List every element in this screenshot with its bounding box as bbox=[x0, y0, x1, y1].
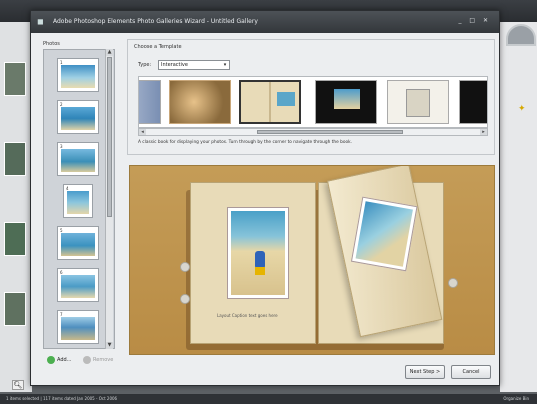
template-thumbnail[interactable] bbox=[387, 80, 449, 124]
template-description: A classic book for displaying your photo… bbox=[138, 140, 352, 145]
status-left-text: 1 items selected | 117 items dated Jan 2… bbox=[6, 396, 118, 401]
scroll-down-arrow-icon[interactable]: ▼ bbox=[106, 342, 113, 349]
template-thumbnail[interactable] bbox=[315, 80, 377, 124]
dialog-titlebar: ◼ Adobe Photoshop Elements Photo Galleri… bbox=[31, 11, 499, 33]
remove-label: Remove bbox=[93, 357, 114, 363]
surf-photo bbox=[355, 201, 413, 267]
child-shorts bbox=[255, 267, 265, 275]
book-caption: Layout Caption text goes here bbox=[217, 313, 278, 318]
photo-list-item[interactable]: 3 bbox=[57, 142, 99, 176]
book-left-page: Layout Caption text goes here bbox=[190, 182, 316, 344]
add-label: Add... bbox=[57, 357, 72, 363]
photo-thumbnail bbox=[67, 191, 89, 214]
photos-actions: Add... Remove bbox=[47, 355, 127, 367]
photos-scrollbar[interactable]: ▲ ▼ bbox=[105, 49, 113, 349]
dialog-title: Adobe Photoshop Elements Photo Galleries… bbox=[53, 18, 258, 25]
choose-template-group: Choose a Template Type: Interactive ▾ ◂ bbox=[127, 39, 495, 155]
photo-list-item[interactable]: 4 bbox=[63, 184, 93, 218]
organizer-photo-browser bbox=[0, 22, 32, 392]
add-icon bbox=[47, 355, 55, 364]
app-icon: ◼ bbox=[37, 17, 44, 26]
type-row: Type: Interactive ▾ bbox=[138, 60, 338, 70]
template-photo-icon bbox=[277, 92, 295, 106]
photo-thumbnail bbox=[61, 275, 95, 298]
chevron-down-icon[interactable]: ▾ bbox=[222, 62, 228, 68]
template-photo-icon bbox=[406, 89, 430, 117]
book-curl-photo bbox=[350, 196, 418, 272]
photo-thumbnail bbox=[61, 317, 95, 340]
background-thumbnail bbox=[4, 142, 26, 176]
organize-bin-toggle[interactable]: Organize Bin bbox=[503, 394, 529, 404]
photo-list-item[interactable]: 1 bbox=[57, 58, 99, 92]
photo-thumbnail bbox=[61, 149, 95, 172]
remove-icon bbox=[83, 355, 91, 364]
type-select-value: Interactive bbox=[161, 62, 188, 68]
template-thumbnail[interactable] bbox=[139, 80, 161, 124]
photos-panel: Photos 1 2 3 4 5 6 7 ▲ ▼ Add... Remove bbox=[35, 39, 123, 383]
organizer-right-panel: ✦ bbox=[500, 22, 537, 392]
book-peg bbox=[448, 278, 458, 288]
photo-thumbnail bbox=[61, 65, 95, 88]
photo-list-item[interactable]: 7 bbox=[57, 310, 99, 344]
photo-list-item[interactable]: 6 bbox=[57, 268, 99, 302]
background-thumbnail bbox=[4, 222, 26, 256]
magnifier-icon[interactable]: 🔍︎ bbox=[12, 380, 24, 390]
photo-list-item[interactable]: 5 bbox=[57, 226, 99, 260]
organizer-dome-icon bbox=[506, 24, 536, 46]
background-thumbnail bbox=[4, 292, 26, 326]
template-thumbnail[interactable] bbox=[169, 80, 231, 124]
template-photo-icon bbox=[334, 89, 360, 109]
type-label: Type: bbox=[138, 62, 152, 68]
scrollbar-thumb[interactable] bbox=[107, 57, 112, 217]
template-thumbnail-strip[interactable] bbox=[138, 76, 488, 128]
cancel-button[interactable]: Cancel bbox=[451, 365, 491, 379]
remove-photos-button[interactable]: Remove bbox=[83, 355, 113, 365]
template-preview: Layout Caption text goes here bbox=[129, 165, 495, 355]
template-thumbnail[interactable] bbox=[459, 80, 487, 124]
choose-template-label: Choose a Template bbox=[134, 44, 182, 50]
template-thumbnail-selected[interactable] bbox=[239, 80, 301, 124]
photo-galleries-wizard-dialog: ◼ Adobe Photoshop Elements Photo Galleri… bbox=[30, 10, 500, 386]
scroll-right-arrow-icon[interactable]: ▸ bbox=[480, 129, 487, 135]
next-step-button[interactable]: Next Step > bbox=[405, 365, 445, 379]
template-strip-scrollbar[interactable]: ◂ ▸ bbox=[138, 128, 488, 136]
beach-photo bbox=[231, 211, 285, 295]
scroll-left-arrow-icon[interactable]: ◂ bbox=[139, 129, 146, 135]
strip-scrollbar-thumb[interactable] bbox=[257, 130, 403, 134]
background-thumbnail bbox=[4, 62, 26, 96]
photos-label: Photos bbox=[43, 41, 60, 47]
book-peg bbox=[180, 262, 190, 272]
book-left-photo bbox=[227, 207, 289, 299]
book-peg bbox=[180, 294, 190, 304]
photo-thumbnail bbox=[61, 233, 95, 256]
status-bar: 1 items selected | 117 items dated Jan 2… bbox=[0, 394, 537, 404]
photo-list-item[interactable]: 2 bbox=[57, 100, 99, 134]
type-select[interactable]: Interactive ▾ bbox=[158, 60, 230, 70]
photo-thumbnail bbox=[61, 107, 95, 130]
lightbulb-icon: ✦ bbox=[518, 104, 526, 114]
window-buttons[interactable]: _ □ ✕ bbox=[458, 17, 491, 24]
add-photos-button[interactable]: Add... bbox=[47, 355, 71, 365]
scroll-up-arrow-icon[interactable]: ▲ bbox=[106, 49, 113, 56]
